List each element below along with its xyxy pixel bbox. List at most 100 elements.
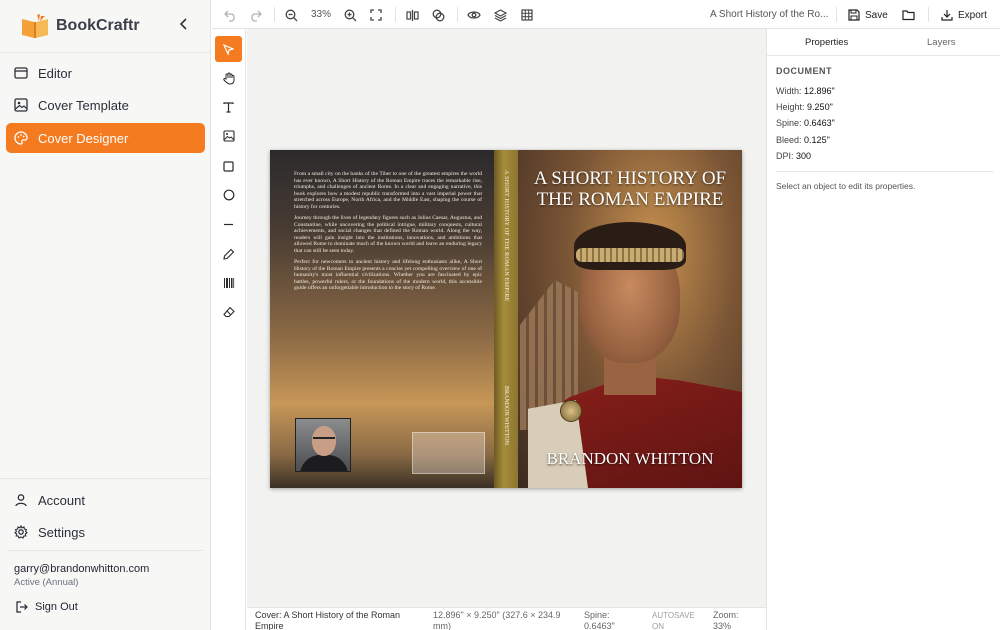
- sidebar-divider: [8, 550, 204, 551]
- ellipse-tool[interactable]: [215, 182, 242, 208]
- brand-logo[interactable]: BookCraftr: [20, 12, 140, 40]
- editor-icon: [14, 67, 28, 79]
- fullscreen-icon: [370, 9, 382, 21]
- author-photo-glasses: [313, 437, 335, 441]
- align-button[interactable]: [403, 6, 421, 24]
- section-heading: DOCUMENT: [776, 66, 832, 76]
- subscription-status: Active (Annual): [14, 577, 79, 588]
- back-cover-blurb[interactable]: From a small city on the banks of the Ti…: [294, 171, 482, 297]
- author-photo-head: [312, 426, 336, 456]
- overlap-icon: [432, 9, 444, 21]
- collapse-sidebar-button[interactable]: [176, 18, 192, 34]
- sign-out-button[interactable]: Sign Out: [16, 601, 78, 613]
- property-spine: Spine: 0.6463": [776, 118, 835, 128]
- property-value: 0.125": [804, 135, 830, 145]
- book-spine[interactable]: A SHORT HISTORY OF THE ROMAN EMPIRE BRAN…: [494, 150, 518, 488]
- zoom-in-button[interactable]: [341, 6, 359, 24]
- property-value: 12.896": [804, 86, 835, 96]
- zoom-out-button[interactable]: [282, 6, 300, 24]
- barcode-placeholder[interactable]: [412, 432, 485, 474]
- tab-divider: [767, 55, 1000, 56]
- design-canvas[interactable]: From a small city on the banks of the Ti…: [247, 29, 766, 607]
- sidebar-item-label: Cover Template: [38, 97, 129, 113]
- status-text: mm): [433, 621, 451, 630]
- sidebar-item-cover-designer[interactable]: Cover Designer: [6, 123, 205, 153]
- export-button[interactable]: Export: [941, 6, 987, 24]
- redo-button[interactable]: [246, 6, 264, 24]
- eraser-tool[interactable]: [215, 299, 242, 325]
- sidebar-item-settings[interactable]: Settings: [6, 517, 205, 547]
- author-photo[interactable]: [295, 418, 351, 472]
- grid-icon: [521, 9, 533, 21]
- text-icon: [223, 101, 234, 113]
- book-cover[interactable]: From a small city on the banks of the Ti…: [270, 150, 742, 488]
- tool-rail: [212, 29, 246, 630]
- toolbar-divider: [274, 7, 275, 22]
- property-value: 0.6463": [804, 118, 835, 128]
- sign-out-label: Sign Out: [35, 601, 78, 613]
- preview-button[interactable]: [465, 6, 483, 24]
- circle-icon: [223, 189, 234, 201]
- sidebar-item-account[interactable]: Account: [6, 485, 205, 515]
- zoom-level: 33%: [311, 9, 332, 20]
- property-label: Spine:: [776, 118, 802, 128]
- sign-out-icon: [16, 601, 28, 613]
- folder-icon: [902, 10, 915, 21]
- sidebar-item-label: Editor: [38, 65, 72, 81]
- toolbar-divider: [457, 7, 458, 22]
- save-button[interactable]: Save: [848, 6, 888, 24]
- toolbar-divider: [836, 7, 837, 22]
- line-icon: [224, 223, 233, 225]
- group-button[interactable]: [429, 6, 447, 24]
- pan-tool[interactable]: [215, 65, 242, 91]
- undo-icon: [223, 10, 235, 22]
- select-tool[interactable]: [215, 36, 242, 62]
- redo-icon: [250, 10, 262, 22]
- sidebar-item-editor[interactable]: Editor: [6, 58, 205, 88]
- palette-icon: [14, 131, 28, 145]
- chevron-left-icon: [179, 18, 187, 30]
- gear-icon: [14, 525, 28, 539]
- hair-illustration: [574, 222, 686, 270]
- property-bleed: Bleed: 0.125": [776, 135, 830, 145]
- barcode-tool[interactable]: [215, 270, 242, 296]
- sidebar: BookCraftr Editor Cover Template Cover D…: [0, 0, 211, 630]
- status-text: 0.6463": [584, 621, 615, 630]
- top-toolbar: 33% A Short History of the Ro... Save Ex…: [212, 0, 1000, 29]
- status-text: Cover: A Short History of the Roman: [255, 610, 401, 620]
- sidebar-item-label: Cover Designer: [38, 130, 129, 146]
- grid-button[interactable]: [518, 6, 536, 24]
- status-bar: Cover: A Short History of the Roman Empi…: [247, 607, 766, 630]
- image-tool[interactable]: [215, 123, 242, 149]
- front-cover-author[interactable]: BRANDON WHITTON: [518, 449, 742, 469]
- sidebar-divider: [0, 478, 210, 479]
- tab-properties[interactable]: Properties: [805, 37, 848, 48]
- rectangle-tool[interactable]: [215, 153, 242, 179]
- fit-to-screen-button[interactable]: [367, 6, 385, 24]
- cursor-icon: [223, 43, 234, 55]
- toolbar-divider: [928, 7, 929, 22]
- sidebar-item-label: Settings: [38, 524, 85, 540]
- spine-author: BRANDON WHITTON: [503, 386, 509, 445]
- status-text: ON: [652, 622, 664, 630]
- property-label: Bleed:: [776, 135, 802, 145]
- status-document-name: Cover: A Short History of the Roman Empi…: [255, 610, 400, 630]
- tab-layers[interactable]: Layers: [927, 37, 956, 48]
- layers-icon: [493, 8, 507, 22]
- download-icon: [941, 10, 953, 21]
- blurb-paragraph: Journey through the lives of legendary f…: [294, 215, 482, 254]
- zoom-in-icon: [344, 9, 356, 21]
- undo-button[interactable]: [221, 6, 239, 24]
- front-cover[interactable]: A SHORT HISTORY OF THE ROMAN EMPIRE BRAN…: [518, 150, 742, 488]
- save-label: Save: [865, 9, 888, 21]
- sidebar-divider: [0, 52, 210, 53]
- pen-tool[interactable]: [215, 241, 242, 267]
- open-button[interactable]: [902, 6, 915, 24]
- layers-button[interactable]: [491, 6, 509, 24]
- square-icon: [223, 160, 234, 172]
- front-cover-title[interactable]: A SHORT HISTORY OF THE ROMAN EMPIRE: [518, 168, 742, 210]
- sidebar-item-cover-template[interactable]: Cover Template: [6, 90, 205, 120]
- text-tool[interactable]: [215, 94, 242, 120]
- brooch-illustration: [560, 400, 582, 422]
- line-tool[interactable]: [215, 211, 242, 237]
